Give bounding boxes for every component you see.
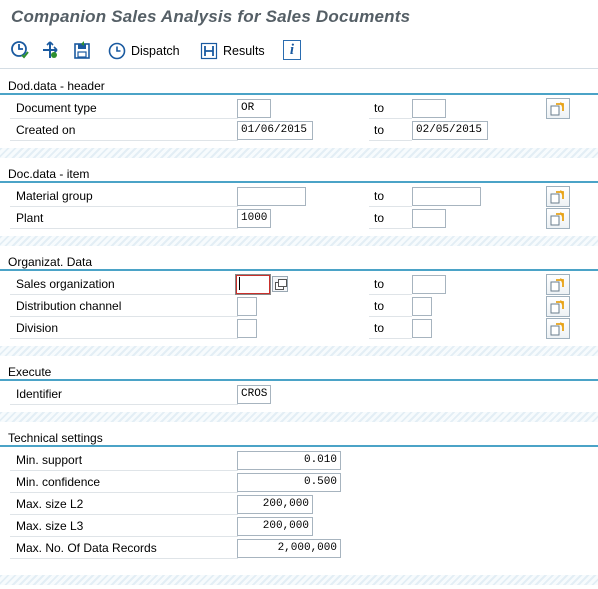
max-size-l3-row: Max. size L3 200,000	[0, 516, 598, 538]
save-variant-icon[interactable]	[72, 40, 92, 60]
section-separator	[0, 412, 598, 422]
distribution-channel-row: Distribution channel to	[0, 296, 598, 318]
document-type-row: Document type OR to	[0, 98, 598, 120]
identifier-label: Identifier	[10, 384, 238, 405]
section-divider	[0, 379, 598, 381]
multiple-selection-icon	[550, 277, 564, 291]
material-group-from-input[interactable]	[237, 187, 306, 206]
material-group-label: Material group	[10, 186, 238, 207]
section-separator	[0, 575, 598, 585]
section-separator	[0, 148, 598, 158]
multiple-selection-button[interactable]	[546, 318, 570, 339]
multiple-selection-icon	[550, 101, 564, 115]
text-cursor	[239, 277, 240, 290]
max-records-row: Max. No. Of Data Records 2,000,000	[0, 538, 598, 560]
max-records-label: Max. No. Of Data Records	[10, 538, 238, 559]
distribution-channel-label: Distribution channel	[10, 296, 238, 317]
application-toolbar: Dispatch Results i	[0, 34, 598, 69]
identifier-input[interactable]: CROS	[237, 385, 271, 404]
to-label: to	[369, 98, 412, 119]
multiple-selection-button[interactable]	[546, 208, 570, 229]
min-confidence-input[interactable]: 0.500	[237, 473, 341, 492]
division-row: Division to	[0, 318, 598, 340]
material-group-to-input[interactable]	[412, 187, 481, 206]
sales-org-from-input[interactable]	[235, 274, 271, 295]
min-support-row: Min. support 0.010	[0, 450, 598, 472]
sales-org-to-input[interactable]	[412, 275, 446, 294]
info-icon[interactable]: i	[283, 40, 301, 60]
section-divider	[0, 445, 598, 447]
max-size-l2-input[interactable]: 200,000	[237, 495, 313, 514]
results-label: Results	[223, 44, 265, 58]
distribution-channel-from-input[interactable]	[237, 297, 257, 316]
multiple-selection-button[interactable]	[546, 296, 570, 317]
multiple-selection-icon	[550, 189, 564, 203]
to-label: to	[369, 208, 412, 229]
min-confidence-row: Min. confidence 0.500	[0, 472, 598, 494]
min-support-label: Min. support	[10, 450, 238, 471]
multiple-selection-button[interactable]	[546, 98, 570, 119]
section-divider	[0, 93, 598, 95]
plant-label: Plant	[10, 208, 238, 229]
sales-org-label: Sales organization	[10, 274, 238, 295]
section-separator	[0, 346, 598, 356]
page-title: Companion Sales Analysis for Sales Docum…	[11, 7, 411, 26]
created-on-to-input[interactable]: 02/05/2015	[412, 121, 488, 140]
created-on-row: Created on 01/06/2015 to 02/05/2015	[0, 120, 598, 142]
multiple-selection-icon	[550, 211, 564, 225]
plant-row: Plant 1000 to	[0, 208, 598, 230]
multiple-selection-icon	[550, 299, 564, 313]
min-support-input[interactable]: 0.010	[237, 451, 341, 470]
results-button[interactable]: Results	[200, 42, 265, 60]
identifier-row: Identifier CROS	[0, 384, 598, 406]
plant-from-input[interactable]: 1000	[237, 209, 271, 228]
max-records-input[interactable]: 2,000,000	[237, 539, 341, 558]
multiple-selection-icon	[550, 321, 564, 335]
plant-to-input[interactable]	[412, 209, 446, 228]
sales-org-row: Sales organization to	[0, 274, 598, 296]
division-from-input[interactable]	[237, 319, 257, 338]
document-type-from-input[interactable]: OR	[237, 99, 271, 118]
distribution-channel-to-input[interactable]	[412, 297, 432, 316]
section-title-org: Organizat. Data	[8, 255, 93, 269]
document-type-label: Document type	[10, 98, 238, 119]
variant-icon[interactable]	[40, 40, 60, 60]
dispatch-button[interactable]: Dispatch	[108, 42, 180, 60]
to-label: to	[369, 120, 412, 141]
section-title-header: Dod.data - header	[8, 79, 105, 93]
max-size-l2-row: Max. size L2 200,000	[0, 494, 598, 516]
division-label: Division	[10, 318, 238, 339]
to-label: to	[369, 186, 412, 207]
section-divider	[0, 269, 598, 271]
min-confidence-label: Min. confidence	[10, 472, 238, 493]
max-size-l3-input[interactable]: 200,000	[237, 517, 313, 536]
section-title-item: Doc.data - item	[8, 167, 90, 181]
max-size-l2-label: Max. size L2	[10, 494, 238, 515]
created-on-from-input[interactable]: 01/06/2015	[237, 121, 313, 140]
max-size-l3-label: Max. size L3	[10, 516, 238, 537]
search-help-button[interactable]	[272, 276, 288, 292]
section-title-execute: Execute	[8, 365, 52, 379]
section-divider	[0, 181, 598, 183]
multiple-selection-button[interactable]	[546, 274, 570, 295]
clock-icon	[108, 42, 126, 60]
document-type-to-input[interactable]	[412, 99, 446, 118]
section-title-technical: Technical settings	[8, 431, 103, 445]
material-group-row: Material group to	[0, 186, 598, 208]
to-label: to	[369, 318, 412, 339]
execute-icon[interactable]	[10, 40, 30, 60]
to-label: to	[369, 296, 412, 317]
created-on-label: Created on	[10, 120, 238, 141]
results-icon	[200, 42, 218, 60]
section-separator	[0, 236, 598, 246]
division-to-input[interactable]	[412, 319, 432, 338]
to-label: to	[369, 274, 412, 295]
multiple-selection-button[interactable]	[546, 186, 570, 207]
dispatch-label: Dispatch	[131, 44, 180, 58]
